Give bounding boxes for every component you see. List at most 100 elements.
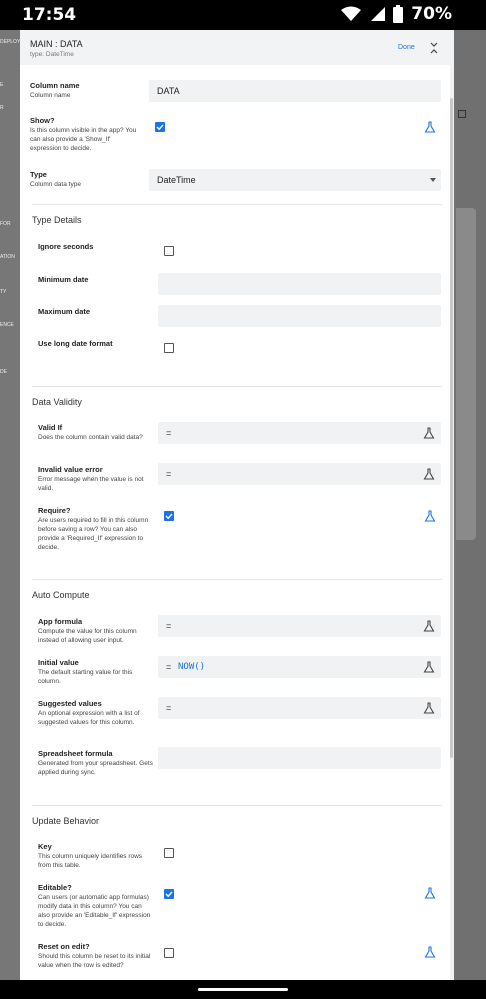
editable-desc: Can users (or automatic app formulas) mo… bbox=[38, 894, 151, 928]
ignore-seconds-checkbox[interactable] bbox=[164, 246, 174, 256]
bg-text: TY bbox=[0, 289, 7, 295]
suggested-values-eq: = bbox=[166, 703, 172, 713]
flask-icon[interactable] bbox=[423, 661, 435, 673]
type-desc: Column data type bbox=[30, 181, 81, 188]
valid-if-desc: Does the column contain valid data? bbox=[38, 434, 143, 441]
divider bbox=[32, 805, 442, 806]
invalid-error-label: Invalid value error bbox=[38, 465, 103, 474]
initial-value-label: Initial value bbox=[38, 658, 79, 667]
key-desc: This column uniquely identifies rows fro… bbox=[38, 853, 143, 869]
reset-on-edit-checkbox[interactable] bbox=[164, 948, 174, 958]
minimum-date-field[interactable] bbox=[158, 273, 441, 295]
reset-on-edit-label: Reset on edit? bbox=[38, 942, 90, 951]
key-label: Key bbox=[38, 842, 52, 851]
navigation-bar bbox=[0, 980, 486, 999]
minimum-date-label: Minimum date bbox=[38, 275, 89, 284]
flask-icon[interactable] bbox=[424, 946, 436, 958]
background-panel bbox=[454, 30, 486, 980]
bg-text: R bbox=[0, 105, 4, 111]
invalid-error-eq: = bbox=[166, 469, 172, 479]
flask-icon[interactable] bbox=[423, 702, 435, 714]
app-formula-label: App formula bbox=[38, 617, 83, 626]
maximum-date-field[interactable] bbox=[158, 305, 441, 327]
bg-text: ATION bbox=[0, 254, 15, 260]
flask-icon[interactable] bbox=[423, 620, 435, 632]
type-value: DateTime bbox=[157, 175, 196, 185]
require-label: Require? bbox=[38, 506, 71, 515]
initial-value-eq: = bbox=[166, 662, 172, 672]
valid-if-field[interactable]: = bbox=[158, 422, 441, 444]
reset-on-edit-desc: Should this column be reset to its initi… bbox=[38, 953, 151, 969]
valid-if-label: Valid If bbox=[38, 423, 63, 432]
divider bbox=[32, 204, 442, 205]
dialog-subtitle: type: DateTime bbox=[30, 51, 74, 58]
suggested-values-field[interactable]: = bbox=[158, 697, 441, 719]
done-button[interactable]: Done bbox=[398, 44, 415, 51]
data-validity-heading: Data Validity bbox=[32, 397, 82, 407]
key-checkbox[interactable] bbox=[164, 848, 174, 858]
invalid-error-desc: Error message when the value is not vali… bbox=[38, 476, 144, 492]
divider bbox=[32, 579, 442, 580]
auto-compute-heading: Auto Compute bbox=[32, 590, 90, 600]
spreadsheet-formula-field[interactable] bbox=[158, 747, 441, 769]
type-label: Type bbox=[30, 170, 47, 179]
battery-icon bbox=[393, 5, 404, 23]
background-card bbox=[456, 208, 476, 540]
signal-icon bbox=[371, 7, 386, 21]
status-time: 17:54 bbox=[22, 5, 77, 25]
chevron-down-icon bbox=[430, 178, 436, 182]
dialog-title: MAIN : DATA bbox=[30, 39, 83, 49]
column-name-field[interactable]: DATA bbox=[149, 80, 441, 102]
type-details-heading: Type Details bbox=[32, 215, 82, 225]
spreadsheet-formula-label: Spreadsheet formula bbox=[38, 749, 113, 758]
type-select[interactable]: DateTime bbox=[149, 169, 441, 191]
suggested-values-desc: An optional expression with a list of su… bbox=[38, 710, 140, 726]
battery-percent: 70% bbox=[411, 4, 452, 24]
flask-icon[interactable] bbox=[423, 427, 435, 439]
dialog-header: MAIN : DATA type: DateTime Done bbox=[20, 30, 454, 65]
editable-checkbox[interactable] bbox=[164, 889, 174, 899]
app-formula-desc: Compute the value for this column instea… bbox=[38, 628, 137, 644]
editable-label: Editable? bbox=[38, 883, 72, 892]
bg-text: DE bbox=[0, 369, 7, 375]
spreadsheet-formula-desc: Generated from your spreadsheet. Gets ap… bbox=[38, 760, 153, 776]
home-gesture-handle[interactable] bbox=[198, 988, 288, 991]
app-formula-field[interactable]: = bbox=[158, 615, 441, 637]
require-desc: Are users required to fill in this colum… bbox=[38, 517, 149, 551]
require-checkbox[interactable] bbox=[164, 511, 174, 521]
flask-icon[interactable] bbox=[424, 121, 436, 133]
suggested-values-label: Suggested values bbox=[38, 699, 102, 708]
grid-icon bbox=[458, 110, 466, 118]
column-name-value: DATA bbox=[157, 86, 180, 96]
show-label: Show? bbox=[30, 116, 55, 125]
initial-value-desc: The default starting value for this colu… bbox=[38, 669, 133, 685]
app-formula-eq: = bbox=[166, 621, 172, 631]
column-edit-dialog: MAIN : DATA type: DateTime Done Column n… bbox=[20, 30, 454, 980]
status-icons: 70% bbox=[341, 4, 452, 24]
initial-value-formula: NOW() bbox=[178, 662, 206, 672]
background-sidebar: DEPLOY E R FOR ATION TY ENCE DE bbox=[0, 30, 20, 980]
long-date-checkbox[interactable] bbox=[164, 343, 174, 353]
scrollbar[interactable] bbox=[450, 65, 454, 980]
bg-text: FOR bbox=[0, 221, 11, 227]
initial-value-field[interactable]: = NOW() bbox=[158, 656, 441, 678]
bg-text: DEPLOY bbox=[0, 39, 21, 45]
wifi-icon bbox=[341, 6, 362, 21]
flask-icon[interactable] bbox=[423, 468, 435, 480]
flask-icon[interactable] bbox=[424, 887, 436, 899]
collapse-icon[interactable] bbox=[430, 42, 438, 54]
valid-if-eq: = bbox=[166, 428, 172, 438]
divider bbox=[32, 386, 442, 387]
maximum-date-label: Maximum date bbox=[38, 307, 91, 316]
flask-icon[interactable] bbox=[424, 510, 436, 522]
scroll-thumb[interactable] bbox=[450, 98, 453, 758]
show-checkbox[interactable] bbox=[155, 122, 165, 132]
bg-text: ENCE bbox=[0, 322, 14, 328]
update-behavior-heading: Update Behavior bbox=[32, 816, 100, 826]
bg-text: E bbox=[0, 82, 4, 88]
invalid-error-field[interactable]: = bbox=[158, 463, 441, 485]
column-name-label: Column name bbox=[30, 81, 80, 90]
ignore-seconds-label: Ignore seconds bbox=[38, 242, 94, 251]
column-name-desc: Column name bbox=[30, 92, 71, 99]
show-desc: Is this column visible in the app? You c… bbox=[30, 127, 137, 152]
